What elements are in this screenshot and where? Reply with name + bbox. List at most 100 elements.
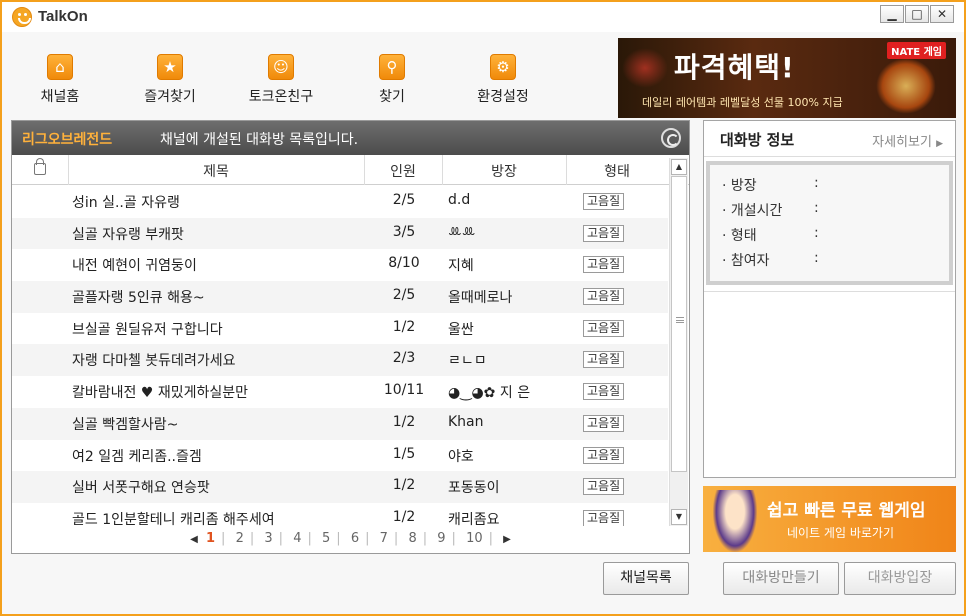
- info-row-owner: · 방장:: [722, 175, 819, 194]
- close-button[interactable]: ✕: [930, 5, 954, 23]
- room-owner: 올때메로나: [448, 290, 513, 307]
- room-owner: Khan: [448, 413, 484, 430]
- banner-title: 파격혜택!: [674, 51, 795, 84]
- page-link[interactable]: 7: [378, 531, 390, 546]
- page-link[interactable]: 6: [349, 531, 361, 546]
- create-room-button[interactable]: 대화방만들기: [723, 562, 839, 595]
- room-list-panel: 리그오브레전드 채널에 개설된 대화방 목록입니다. 제목 인원 방장 형태 성…: [11, 120, 690, 554]
- page-link[interactable]: 10: [464, 531, 485, 546]
- room-count: 8/10: [388, 255, 420, 272]
- room-title: 성in 실..골 자유랭: [72, 195, 180, 211]
- room-count: 3/5: [392, 223, 416, 240]
- room-info-more-link[interactable]: 자세히보기 ▶: [872, 131, 943, 150]
- room-count: 1/2: [392, 508, 416, 525]
- room-row[interactable]: 골드 1인분할테니 캐리좀 해주세여 1/2 캐리좀요 고음질: [12, 503, 668, 526]
- toolbar-settings-button[interactable]: ⚙ 환경설정: [453, 54, 553, 106]
- room-title: 브실골 원딜유저 구합니다: [72, 321, 223, 338]
- column-type[interactable]: 형태: [566, 161, 668, 181]
- room-owner: 캐리좀요: [448, 511, 500, 526]
- room-title: 골드 1인분할테니 캐리좀 해주세여: [72, 511, 275, 526]
- title-bar: TalkOn ▁ □ ✕: [2, 2, 964, 32]
- room-list-scrollbar[interactable]: ▲ ▼: [669, 158, 688, 526]
- room-count: 2/5: [392, 192, 416, 208]
- channel-description: 채널에 개설된 대화방 목록입니다.: [160, 132, 359, 148]
- toolbar-label: 찾기: [379, 89, 405, 105]
- room-row[interactable]: 골플자랭 5인큐 해용~ 2/5 올때메로나 고음질: [12, 281, 668, 313]
- enter-room-button[interactable]: 대화방입장: [844, 562, 956, 595]
- room-row[interactable]: 내전 예현이 귀염둥이 8/10 지혜 고음질: [12, 249, 668, 281]
- page-link[interactable]: 3: [262, 531, 274, 546]
- room-row[interactable]: 여2 일겜 케리좀..즐겜 1/5 야호 고음질: [12, 440, 668, 472]
- toolbar-talkon-friends-button[interactable]: ☺ 토크온친구: [231, 54, 331, 106]
- banner-character-image: [713, 490, 757, 552]
- toolbar-label: 환경설정: [477, 89, 529, 105]
- room-title: 여2 일겜 케리좀..즐겜: [72, 448, 202, 465]
- minimize-button[interactable]: ▁: [880, 5, 904, 23]
- info-row-created: · 개설시간:: [722, 200, 819, 219]
- talkon-logo-icon: [12, 7, 32, 27]
- room-list-header: 리그오브레전드 채널에 개설된 대화방 목록입니다.: [12, 121, 689, 155]
- room-count: 1/2: [392, 413, 416, 430]
- top-ad-banner[interactable]: 파격혜택! 데일리 레어템과 레벨달성 선물 100% 지급 NATE 게임: [618, 38, 956, 118]
- toolbar-label: 즐겨찾기: [144, 89, 196, 105]
- room-owner: 포동동이: [448, 480, 500, 497]
- refresh-icon[interactable]: [661, 128, 681, 148]
- room-type-badge: 고음질: [583, 256, 625, 274]
- scroll-down-arrow-icon[interactable]: ▼: [671, 509, 687, 525]
- room-count: 2/5: [392, 287, 416, 304]
- room-title: 자랭 다마첼 봇듀데려가세요: [72, 353, 236, 370]
- info-label: · 참여자: [722, 253, 770, 269]
- page-link[interactable]: 1: [204, 531, 217, 546]
- toolbar-favorites-button[interactable]: ★ 즐겨찾기: [120, 54, 220, 106]
- room-count: 10/11: [383, 382, 425, 399]
- banner-subtitle: 데일리 레어템과 레벨달성 선물 100% 지급: [642, 96, 843, 109]
- room-row[interactable]: 실버 서폿구해요 연승팟 1/2 포동동이 고음질: [12, 471, 668, 503]
- room-info-header: 대화방 정보 자세히보기 ▶: [704, 121, 955, 157]
- toolbar-search-button[interactable]: ⚲ 찾기: [342, 54, 442, 106]
- banner-art: [876, 58, 936, 114]
- banner-brand: NATE 게임: [887, 42, 946, 59]
- room-title: 칼바람내전 ♥ 재밌게하실분만: [72, 385, 249, 402]
- room-type-badge: 고음질: [583, 288, 625, 306]
- column-count[interactable]: 인원: [364, 161, 442, 181]
- room-type-badge: 고음질: [583, 414, 625, 432]
- channel-name: 리그오브레전드: [22, 132, 113, 148]
- page-link[interactable]: 9: [435, 531, 447, 546]
- room-row[interactable]: 칼바람내전 ♥ 재밌게하실분만 10/11 ◕‿◕✿ 지 은 고음질: [12, 376, 668, 408]
- page-link[interactable]: 2: [234, 531, 246, 546]
- room-row[interactable]: 실골 빡겜할사람~ 1/2 Khan 고음질: [12, 407, 668, 440]
- main-toolbar: ⌂ 채널홈 ★ 즐겨찾기 ☺ 토크온친구 ⚲ 찾기 ⚙ 환경설정 파격혜택! 데…: [2, 32, 964, 118]
- banner-art: [622, 48, 668, 88]
- toolbar-label: 토크온친구: [248, 89, 314, 105]
- room-type-badge: 고음질: [583, 478, 625, 496]
- gear-icon: ⚙: [490, 54, 516, 80]
- grip-icon: [676, 317, 684, 323]
- room-row[interactable]: 자랭 다마첼 봇듀데려가세요 2/3 ㄹㄴㅁ 고음질: [12, 344, 668, 377]
- page-link[interactable]: 8: [406, 531, 418, 546]
- page-link[interactable]: 5: [320, 531, 332, 546]
- scroll-thumb[interactable]: [671, 176, 687, 472]
- toolbar-channel-home-button[interactable]: ⌂ 채널홈: [10, 54, 110, 106]
- info-row-type: · 형태:: [722, 225, 819, 244]
- app-title: TalkOn: [38, 8, 88, 25]
- column-header: 제목 인원 방장 형태: [12, 155, 689, 185]
- prev-page-icon[interactable]: ◀: [188, 534, 200, 545]
- next-page-icon[interactable]: ▶: [501, 534, 513, 545]
- maximize-button[interactable]: □: [905, 5, 929, 23]
- room-row[interactable]: 실골 자유랭 부캐팟 3/5 ꔛꔛ 고음질: [12, 217, 668, 250]
- window-controls: ▁ □ ✕: [880, 5, 954, 23]
- column-title[interactable]: 제목: [68, 161, 364, 181]
- room-type-badge: 고음질: [583, 224, 625, 242]
- column-owner[interactable]: 방장: [442, 161, 566, 181]
- pagination: ◀ 1 | 2 | 3 | 4 | 5 | 6 | 7 | 8 | 9 | 10 | ▶: [188, 531, 513, 546]
- banner-title: 쉽고 빠른 무료 웹게임: [767, 501, 926, 521]
- scroll-up-arrow-icon[interactable]: ▲: [671, 159, 687, 175]
- page-link[interactable]: 4: [291, 531, 303, 546]
- room-count: 1/5: [392, 445, 416, 462]
- channel-list-button[interactable]: 채널목록: [603, 562, 689, 595]
- bottom-ad-banner[interactable]: 쉽고 빠른 무료 웹게임 네이트 게임 바로가기: [703, 486, 956, 552]
- more-link-label: 자세히보기: [872, 135, 932, 150]
- room-row[interactable]: 브실골 원딜유저 구합니다 1/2 울싼 고음질: [12, 313, 668, 345]
- room-row[interactable]: 성in 실..골 자유랭 2/5 d.d 고음질: [12, 186, 668, 218]
- room-title: 실버 서폿구해요 연승팟: [72, 480, 210, 497]
